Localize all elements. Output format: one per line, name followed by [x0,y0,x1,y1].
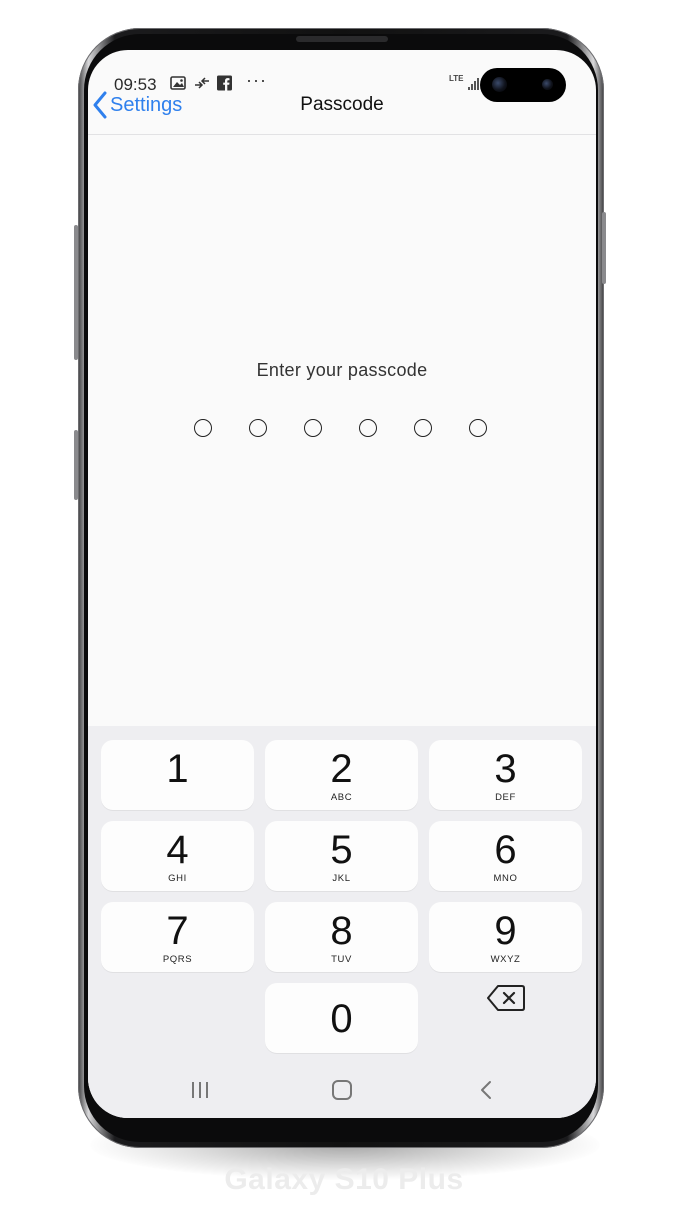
key-letters: ABC [330,792,353,803]
system-back-button[interactable] [466,1072,506,1108]
numeric-keypad: 1 2 ABC 3 DEF 4 GHI 5 JKL 6 MNO 7 PQRS 8 [88,726,596,1118]
backspace-icon [487,985,525,1011]
passcode-dot [359,419,377,437]
passcode-dot [304,419,322,437]
status-bar: 09:53 ··· LTE [88,50,596,102]
volume-button [74,225,78,360]
key-digit: 8 [330,909,353,953]
system-back-icon [481,1081,491,1099]
device-model-label: Galaxy S10 Plus [224,1163,464,1196]
key-7[interactable]: 7 PQRS [101,902,254,972]
key-letters: MNO [493,873,518,884]
passcode-dots [194,419,494,441]
passcode-prompt: Enter your passcode [256,360,428,380]
key-9[interactable]: 9 WXYZ [429,902,582,972]
home-button[interactable] [322,1072,362,1108]
key-digit: 3 [494,747,517,791]
system-navigation-bar [88,1072,596,1108]
key-letters: PQRS [162,954,193,965]
screen: 09:53 ··· LTE Settings Passcode Enter yo… [88,50,596,1118]
facebook-icon [217,75,232,91]
camera-lens-secondary [542,79,553,90]
key-digit: 9 [494,909,517,953]
key-digit: 6 [494,828,517,872]
recent-apps-button[interactable] [180,1072,220,1108]
signal-icon [468,78,479,90]
key-letters: TUV [331,954,352,965]
earpiece-speaker [296,36,388,42]
passcode-dot [194,419,212,437]
key-letters: GHI [168,873,187,884]
home-icon [332,1080,352,1100]
key-digit: 0 [330,997,353,1041]
key-1[interactable]: 1 [101,740,254,810]
bixby-button [74,430,78,500]
key-letters: WXYZ [490,954,521,965]
key-digit: 1 [166,747,189,791]
passcode-dot [469,419,487,437]
key-4[interactable]: 4 GHI [101,821,254,891]
key-8[interactable]: 8 TUV [265,902,418,972]
key-letters: JKL [332,873,351,884]
passcode-dot [249,419,267,437]
passcode-dot [414,419,432,437]
key-digit: 5 [330,828,353,872]
key-digit: 7 [166,909,189,953]
navigation-header: Settings Passcode [88,90,596,135]
key-letters: DEF [495,792,516,803]
recent-apps-icon [192,1082,208,1098]
key-digit: 4 [166,828,189,872]
backspace-button[interactable] [482,982,532,1014]
gallery-icon [170,76,186,90]
data-transfer-icon [195,77,209,89]
key-6[interactable]: 6 MNO [429,821,582,891]
network-type: LTE [449,74,464,83]
key-digit: 2 [330,747,353,791]
power-button [602,212,606,284]
key-5[interactable]: 5 JKL [265,821,418,891]
key-2[interactable]: 2 ABC [265,740,418,810]
key-3[interactable]: 3 DEF [429,740,582,810]
more-notifications-icon: ··· [246,70,267,90]
page-title: Passcode [300,94,384,115]
key-0[interactable]: 0 [265,983,418,1053]
